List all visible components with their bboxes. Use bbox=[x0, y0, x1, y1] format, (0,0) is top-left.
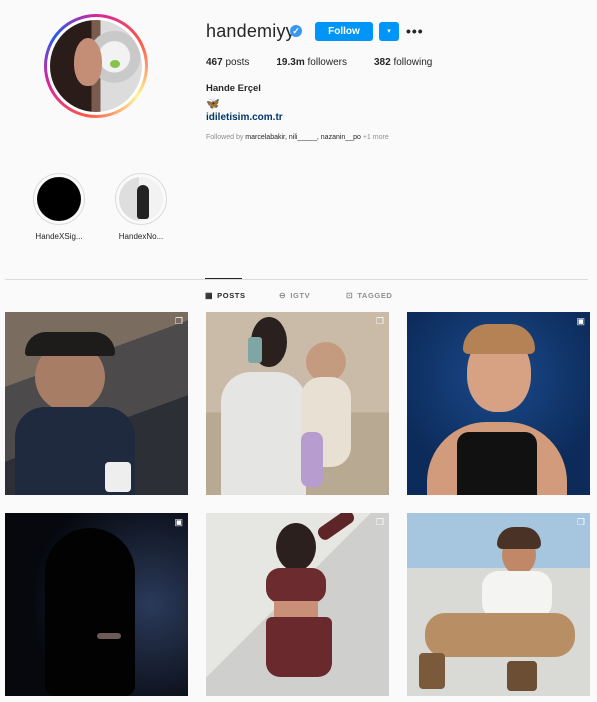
highlight-ring bbox=[33, 173, 85, 225]
igtv-icon: ⊖ bbox=[279, 291, 287, 300]
suggested-dropdown-button[interactable]: ▾ bbox=[379, 22, 399, 41]
follow-button[interactable]: Follow bbox=[315, 22, 373, 41]
photo-boot-right bbox=[507, 661, 537, 691]
followed-by-names: marcelabakir, nili_____, nazanin__po bbox=[245, 134, 361, 141]
multi-photo-icon: ❐ bbox=[174, 316, 183, 326]
verified-badge-icon: ✓ bbox=[290, 25, 302, 37]
video-icon: ▣ bbox=[174, 517, 183, 527]
profile-avatar[interactable] bbox=[44, 14, 148, 118]
stat-following[interactable]: 382 following bbox=[374, 57, 432, 68]
profile-username: handemiyy bbox=[206, 21, 295, 41]
tab-igtv[interactable]: ⊖ IGTV bbox=[279, 291, 310, 300]
followed-by-prefix: Followed by bbox=[206, 134, 246, 141]
stat-followers-label: followers bbox=[307, 57, 347, 68]
highlight-figure bbox=[137, 185, 149, 219]
avatar-image bbox=[50, 20, 142, 112]
multi-photo-icon: ❐ bbox=[375, 517, 384, 527]
profile-website-link[interactable]: idiletisim.com.tr bbox=[206, 112, 283, 123]
stat-posts-value: 467 bbox=[206, 57, 223, 68]
tab-igtv-label: IGTV bbox=[290, 291, 311, 300]
tab-posts-label: POSTS bbox=[217, 291, 246, 300]
tab-tagged-label: TAGGED bbox=[357, 291, 393, 300]
photo-hair bbox=[276, 523, 316, 571]
highlight-ring bbox=[115, 173, 167, 225]
highlight-cover bbox=[119, 177, 163, 221]
more-options-icon[interactable]: ••• bbox=[406, 24, 424, 38]
video-icon: ▣ bbox=[576, 316, 585, 326]
post-thumbnail[interactable]: ❐ bbox=[206, 312, 389, 495]
tagged-icon: ⊡ bbox=[346, 291, 354, 300]
profile-full-name: Hande Erçel bbox=[206, 83, 261, 94]
stat-following-label: following bbox=[393, 57, 433, 68]
photo-top bbox=[457, 432, 537, 495]
photo-hair bbox=[497, 527, 541, 549]
active-tab-indicator bbox=[205, 278, 242, 279]
post-thumbnail[interactable]: ❐ bbox=[206, 513, 389, 696]
grid-icon: ▦ bbox=[205, 291, 214, 300]
stat-posts-label: posts bbox=[225, 57, 250, 68]
photo-sweatshirt bbox=[221, 372, 306, 495]
photo-phone bbox=[248, 337, 262, 363]
post-thumbnail[interactable]: ▣ bbox=[5, 513, 188, 696]
followed-by-text[interactable]: Followed by marcelabakir, nili_____, naz… bbox=[206, 134, 389, 141]
photo-crop-top bbox=[266, 568, 326, 603]
stat-followers-value: 19.3m bbox=[276, 57, 305, 68]
bio-butterfly-emoji: 🦋 bbox=[206, 98, 220, 110]
photo-cup bbox=[105, 462, 131, 492]
avatar-frame bbox=[47, 17, 145, 115]
photo-silhouette bbox=[45, 528, 135, 696]
photo-trousers bbox=[425, 613, 575, 657]
story-highlight[interactable]: HandeXSig... bbox=[30, 173, 88, 241]
highlight-label: HandeXSig... bbox=[35, 232, 83, 241]
highlight-cover bbox=[37, 177, 81, 221]
photo-tshirt bbox=[482, 571, 552, 619]
tabs-divider bbox=[5, 279, 588, 280]
post-thumbnail[interactable]: ▣ bbox=[407, 312, 590, 495]
photo-skirt bbox=[266, 617, 332, 677]
highlight-label: HandexNo... bbox=[118, 232, 164, 241]
photo-boot-left bbox=[419, 653, 445, 689]
photo-arm bbox=[315, 513, 357, 543]
followed-by-more: +1 more bbox=[360, 134, 389, 141]
tab-posts[interactable]: ▦ POSTS bbox=[205, 291, 246, 300]
photo-cap bbox=[25, 332, 115, 356]
post-thumbnail[interactable]: ❐ bbox=[407, 513, 590, 696]
multi-photo-icon: ❐ bbox=[375, 316, 384, 326]
stat-followers[interactable]: 19.3m followers bbox=[276, 57, 347, 68]
multi-photo-icon: ❐ bbox=[576, 517, 585, 527]
avatar-cat-eye bbox=[110, 60, 120, 68]
avatar-face bbox=[74, 38, 102, 86]
tab-tagged[interactable]: ⊡ TAGGED bbox=[346, 291, 392, 300]
photo-child-head bbox=[306, 342, 346, 382]
story-highlight[interactable]: HandexNo... bbox=[112, 173, 170, 241]
photo-child-legs bbox=[301, 432, 323, 487]
photo-hair bbox=[463, 324, 535, 354]
stat-following-value: 382 bbox=[373, 57, 391, 68]
stat-posts: 467 posts bbox=[206, 57, 249, 68]
post-thumbnail[interactable]: ❐ bbox=[5, 312, 188, 495]
profile-stats: 467 posts 19.3m followers 382 following bbox=[206, 57, 459, 68]
photo-smile bbox=[97, 633, 121, 639]
